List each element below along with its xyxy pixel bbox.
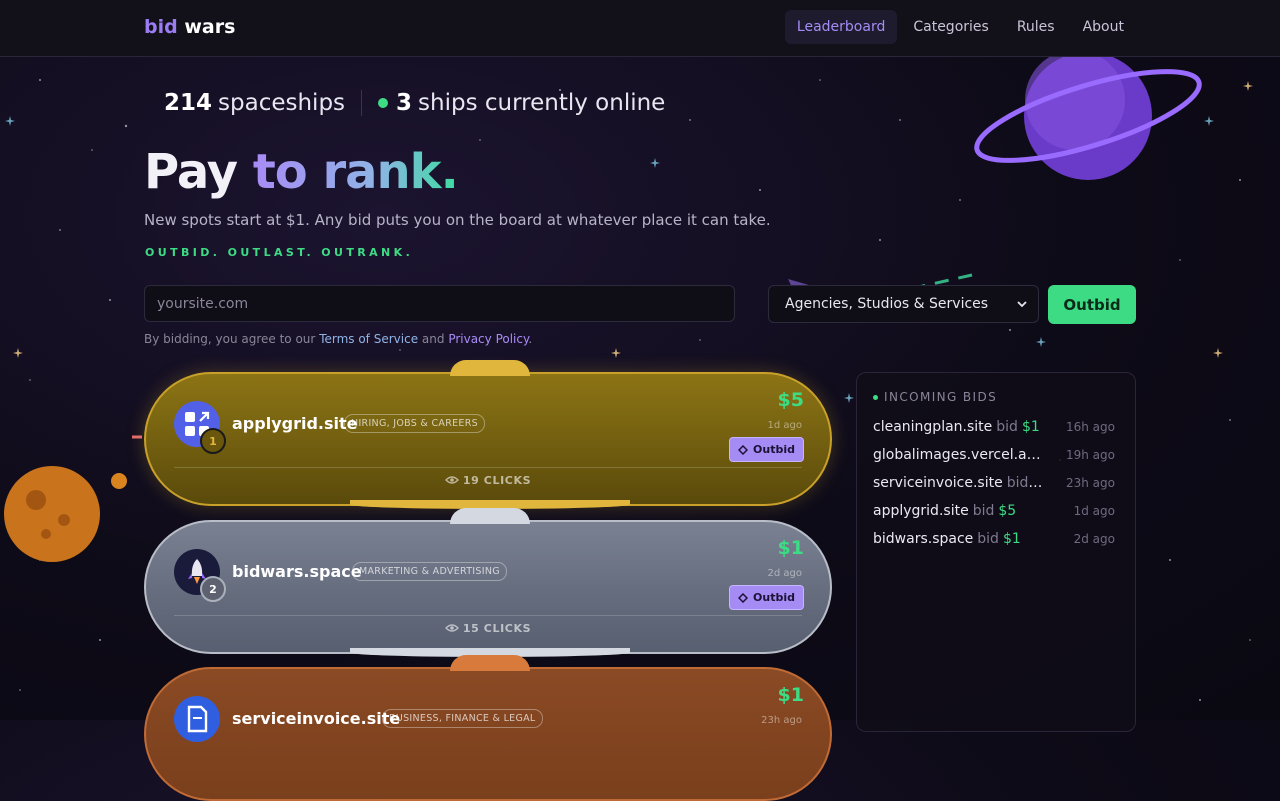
brand-part-bid: bid (144, 16, 178, 38)
bid-time: 23h ago (761, 715, 802, 726)
legal-prefix: By bidding, you agree to our (144, 332, 316, 346)
outbid-submit-button[interactable]: Outbid (1048, 285, 1136, 324)
bid-word: bid (972, 503, 995, 519)
nav-link-about[interactable]: About (1071, 10, 1136, 44)
spaceships-count: 214 (164, 90, 213, 116)
bid-amount: $1 (1021, 419, 1040, 435)
bid-price: $5 (777, 389, 804, 411)
incoming-bid-row[interactable]: applygrid.site bid $5 1d ago (873, 503, 1123, 523)
bid-time: 19h ago (1065, 448, 1115, 462)
card-site-name[interactable]: applygrid.site (232, 414, 357, 433)
nav-link-leaderboard[interactable]: Leaderboard (784, 10, 898, 44)
bid-time: 2d ago (767, 568, 802, 579)
online-count: 3 (396, 90, 413, 116)
diamond-icon (738, 592, 749, 603)
legal-and: and (421, 332, 445, 346)
bid-site: applygrid.site (873, 503, 969, 519)
rank-badge: 1 (200, 428, 226, 454)
bid-time: 23h ago (1065, 476, 1115, 490)
leaderboard-card-rank-1[interactable]: 1 applygrid.site HIRING, JOBS & CAREERS … (144, 360, 832, 509)
terms-of-service-link[interactable]: Terms of Service (319, 332, 418, 346)
bid-word: bid (977, 531, 999, 547)
incoming-bid-row[interactable]: bidwars.space bid $1 2d ago (873, 531, 1123, 551)
nav-link-rules[interactable]: Rules (1005, 10, 1067, 44)
spaceships-label: spaceships (218, 90, 346, 116)
card-divider (174, 615, 802, 616)
top-navbar: bid wars Leaderboard Categories Rules Ab… (0, 0, 1280, 57)
eye-icon (444, 476, 459, 484)
category-tag: HIRING, JOBS & CAREERS (344, 414, 485, 433)
nav-links: Leaderboard Categories Rules About (784, 10, 1136, 44)
bid-word: bid (996, 419, 1018, 435)
bid-price: $1 (777, 537, 804, 559)
bid-site: globalimages.vercel.app (873, 447, 1045, 463)
incoming-bid-row[interactable]: cleaningplan.site bid $1 16h ago (873, 419, 1123, 439)
card-outbid-label: Outbid (753, 443, 795, 456)
chevron-down-icon (1017, 301, 1027, 308)
online-label: ships currently online (418, 90, 666, 116)
bid-site: bidwars.space (873, 531, 974, 547)
incoming-bids-panel: INCOMING BIDS cleaningplan.site bid $1 16h… (856, 372, 1136, 732)
bid-time: 1d ago (1073, 504, 1115, 518)
ship-dome (450, 655, 530, 671)
rank-badge: 2 (200, 576, 226, 602)
bid-time: 16h ago (1065, 420, 1115, 434)
stats-divider (361, 90, 363, 116)
bid-site: cleaningplan.site (873, 419, 993, 435)
card-divider (174, 467, 802, 468)
bid-word: bid (1048, 447, 1049, 463)
hero-title-part1: Pay (144, 144, 238, 200)
card-outbid-button[interactable]: Outbid (729, 437, 804, 462)
avatar (174, 696, 220, 742)
click-count: 15 CLICKS (146, 622, 830, 635)
incoming-bid-row[interactable]: globalimages.vercel.appbid$1 19h ago (873, 447, 1123, 467)
bid-amount: $1 (1002, 531, 1021, 547)
bid-price: $1 (777, 684, 804, 706)
ship-dome (450, 360, 530, 376)
card-outbid-button[interactable]: Outbid (729, 585, 804, 610)
incoming-bids-title: INCOMING BIDS (873, 390, 997, 404)
click-count-label: 15 CLICKS (462, 622, 532, 635)
hero-tagline: OUTBID. OUTLAST. OUTRANK. (145, 246, 414, 259)
leaderboard-card-rank-3[interactable]: serviceinvoice.site BUSINESS, FINANCE & … (144, 655, 832, 801)
card-site-name[interactable]: serviceinvoice.site (232, 709, 400, 728)
hero-title-part2: to rank. (252, 144, 459, 200)
incoming-bid-row[interactable]: serviceinvoice.site bid $1 23h ago (873, 475, 1123, 495)
bid-time: 2d ago (1073, 532, 1115, 546)
document-icon (187, 705, 208, 733)
live-dot-icon (873, 394, 878, 400)
bid-amount: $5 (998, 503, 1017, 519)
category-select-value: Agencies, Studios & Services (785, 296, 989, 312)
brand-part-wars: wars (184, 16, 236, 38)
category-tag: BUSINESS, FINANCE & LEGAL (382, 709, 543, 728)
bid-site: serviceinvoice.site (873, 475, 1003, 491)
leaderboard-card-rank-2[interactable]: 2 bidwars.space MARKETING & ADVERTISING … (144, 508, 832, 657)
ringed-planet-illustration (974, 50, 1202, 180)
nav-link-categories[interactable]: Categories (901, 10, 1000, 44)
privacy-policy-link[interactable]: Privacy Policy (448, 332, 528, 346)
click-count: 19 CLICKS (146, 474, 830, 487)
category-select[interactable]: Agencies, Studios & Services (768, 285, 1039, 323)
legal-suffix: . (528, 332, 533, 346)
category-tag: MARKETING & ADVERTISING (352, 562, 507, 581)
orange-planet-illustration (4, 466, 127, 562)
bid-word: bid (1006, 475, 1029, 491)
diamond-icon (738, 444, 749, 455)
card-site-name[interactable]: bidwars.space (232, 562, 362, 581)
bid-time: 1d ago (767, 420, 802, 431)
legal-notice: By bidding, you agree to our Terms of Se… (144, 332, 532, 346)
hero-title: Pay to rank. (144, 144, 459, 200)
incoming-bids-title-text: INCOMING BIDS (884, 390, 998, 404)
card-outbid-label: Outbid (753, 591, 795, 604)
stats-bar: 214 spaceships 3 ships currently online (164, 90, 665, 116)
hero-subtitle: New spots start at $1. Any bid puts you … (144, 211, 771, 229)
ship-dome (450, 508, 530, 524)
domain-input[interactable] (144, 285, 735, 322)
online-dot-icon (378, 98, 389, 108)
brand-logo[interactable]: bid wars (144, 16, 235, 38)
click-count-label: 19 CLICKS (462, 474, 532, 487)
eye-icon (444, 624, 459, 632)
